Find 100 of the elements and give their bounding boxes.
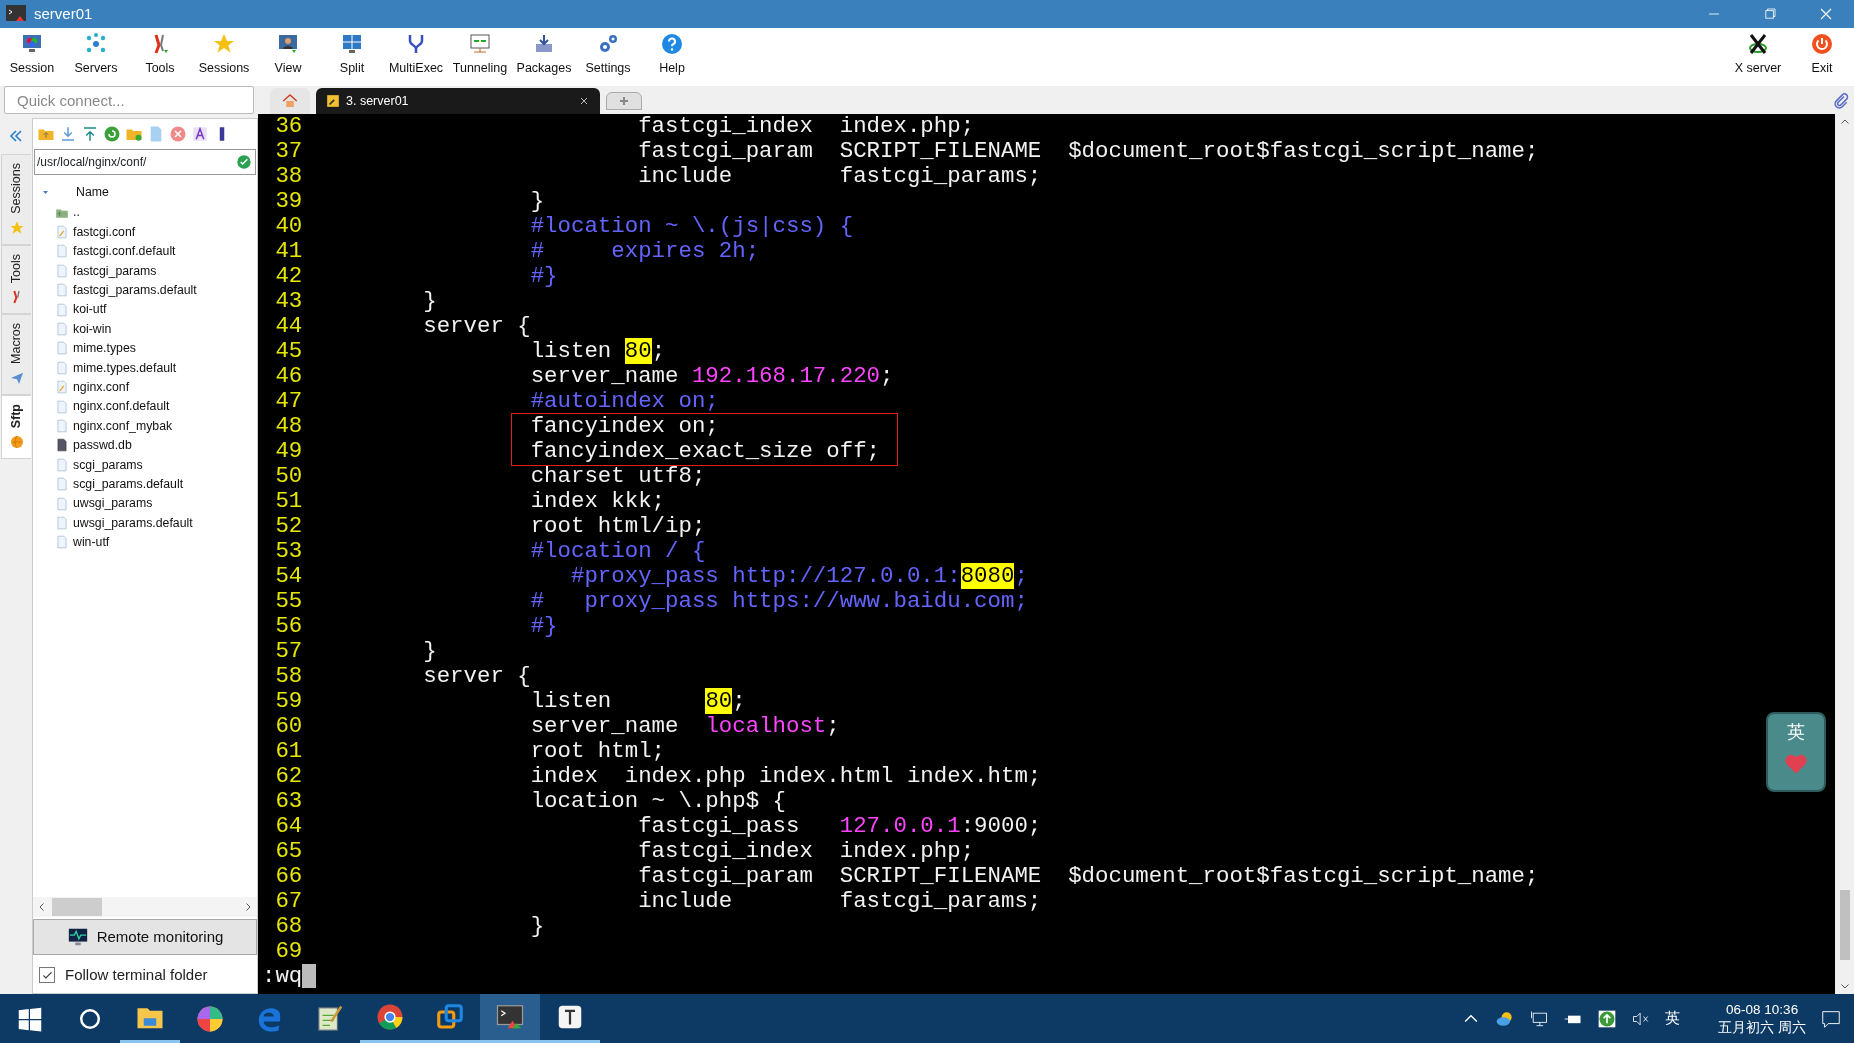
file-name[interactable]: scgi_params.default	[73, 474, 184, 494]
toolbar-button[interactable]: Tools	[128, 28, 192, 86]
toolbar-button[interactable]: Sessions	[192, 28, 256, 86]
code-line: #}	[529, 614, 558, 639]
column-header[interactable]: Name	[76, 182, 109, 202]
code-line: }	[422, 289, 437, 314]
globe-icon	[8, 434, 25, 451]
file-name[interactable]: passwd.db	[73, 436, 132, 455]
line-number: 56	[274, 614, 304, 639]
file-name[interactable]: scgi_params	[73, 455, 143, 474]
x-logo-icon	[1746, 32, 1770, 56]
toolbar-button[interactable]: Packages	[512, 28, 576, 86]
window-title: server01	[34, 3, 93, 24]
line-number: 52	[274, 514, 304, 539]
line-number: 68	[274, 914, 304, 939]
line-number: 39	[274, 189, 304, 214]
remote-monitoring-button[interactable]: Remote monitoring	[33, 919, 257, 955]
scrollbar[interactable]	[33, 897, 257, 917]
checkbox-label: Follow terminal folder	[65, 964, 208, 985]
ime-label: 英	[1787, 720, 1805, 744]
file-name[interactable]: mime.types	[73, 339, 136, 358]
update-icon[interactable]	[1597, 1008, 1618, 1029]
file-name[interactable]: win-utf	[73, 533, 110, 552]
chrome-icon	[375, 1002, 405, 1032]
code-line: fancyindex_exact_size off;	[529, 439, 881, 464]
file-name[interactable]: koi-utf	[73, 300, 107, 319]
close-icon[interactable]	[578, 95, 590, 107]
toolbar-button[interactable]: X server	[1726, 28, 1790, 86]
edited-file-icon	[55, 380, 69, 395]
file-icon	[55, 360, 69, 375]
new-tab-button[interactable]	[606, 92, 642, 110]
line-number: 67	[274, 889, 304, 914]
database-file-icon	[55, 438, 69, 453]
line-number: 43	[274, 289, 304, 314]
code-line: fastcgi_index index.php;	[637, 839, 975, 864]
code-line: include fastcgi_params;	[637, 889, 1042, 914]
paperclip-icon[interactable]	[1832, 92, 1850, 110]
code-line: fastcgi_pass 127.0.0.1:9000;	[637, 814, 1042, 839]
code-line: root html;	[529, 739, 666, 764]
file-name[interactable]: uwsgi_params.default	[73, 513, 193, 533]
file-name[interactable]: nginx.conf	[73, 378, 130, 397]
code-line: #}	[529, 264, 558, 289]
taskbar-app[interactable]	[480, 994, 540, 1043]
toolbar-button[interactable]: Session	[0, 28, 64, 86]
toolbar-button[interactable]: Tunneling	[448, 28, 512, 86]
side-tab[interactable]: Sftp	[1, 394, 31, 460]
file-name[interactable]: nginx.conf_mybak	[73, 416, 173, 436]
path-field[interactable]: /usr/local/nginx/conf/	[34, 149, 256, 175]
file-icon	[55, 399, 69, 414]
toolbar-button[interactable]: View	[256, 28, 320, 86]
checkbox[interactable]	[39, 967, 55, 983]
toolbar-button[interactable]: Help	[640, 28, 704, 86]
scrollbar[interactable]	[1835, 114, 1854, 994]
refresh-icon[interactable]	[103, 125, 121, 143]
file-name[interactable]: fastcgi_params.default	[73, 281, 197, 300]
download-icon[interactable]	[59, 125, 77, 143]
line-number: 44	[274, 314, 304, 339]
code-line: }	[529, 189, 545, 214]
toolbar-button[interactable]: Exit	[1790, 28, 1854, 86]
line-number: 64	[274, 814, 304, 839]
file-name[interactable]: nginx.conf.default	[73, 397, 170, 416]
home-tab[interactable]	[270, 88, 310, 114]
file-name[interactable]: fastcgi.conf.default	[73, 242, 176, 261]
session-tab[interactable]: 3. server01	[316, 88, 600, 114]
input-method-widget[interactable]: 英	[1766, 712, 1826, 792]
file-name[interactable]: koi-win	[73, 319, 112, 339]
line-number: 60	[274, 714, 304, 739]
line-number: 38	[274, 164, 304, 189]
check-icon	[236, 154, 252, 170]
rename-icon[interactable]	[191, 125, 209, 143]
code-line: #proxy_pass http://127.0.0.1:8080;	[570, 564, 1028, 589]
scroll-thumb[interactable]	[52, 898, 102, 916]
side-tab[interactable]: Sessions	[1, 154, 31, 245]
line-number: 42	[274, 264, 304, 289]
toolbar-button[interactable]: Settings	[576, 28, 640, 86]
clock-date[interactable]: 五月初六 周六	[1718, 1018, 1806, 1037]
file-name[interactable]: fastcgi_params	[73, 261, 157, 281]
code-line: listen 80;	[529, 689, 746, 714]
scroll-thumb[interactable]	[1839, 890, 1850, 960]
code-line: server_name localhost;	[529, 714, 840, 739]
file-name[interactable]: uwsgi_params	[73, 494, 153, 513]
file-name[interactable]: mime.types.default	[73, 358, 177, 378]
code-line: fastcgi_param SCRIPT_FILENAME $document_root$fastcgi_script_name;	[637, 864, 1539, 889]
quick-connect-field[interactable]: Quick connect...	[4, 86, 254, 114]
line-number: 54	[274, 564, 304, 589]
upload-icon[interactable]	[81, 125, 99, 143]
text-cursor	[302, 964, 316, 988]
ime-indicator[interactable]: 英	[1665, 1007, 1681, 1030]
file-icon	[55, 322, 69, 337]
side-tab[interactable]: Macros	[1, 313, 31, 395]
toolbar-button[interactable]: Servers	[64, 28, 128, 86]
split-icon	[340, 32, 364, 56]
code-line: include fastcgi_params;	[637, 164, 1042, 189]
line-number: 61	[274, 739, 304, 764]
clock-time[interactable]: 06-08 10:36	[1726, 1000, 1799, 1019]
side-tab[interactable]: Tools	[1, 244, 31, 314]
toolbar-button[interactable]: MultiExec	[384, 28, 448, 86]
file-name[interactable]: fastcgi.conf	[73, 222, 136, 242]
toolbar-button[interactable]: Split	[320, 28, 384, 86]
file-name[interactable]: ..	[73, 203, 80, 222]
